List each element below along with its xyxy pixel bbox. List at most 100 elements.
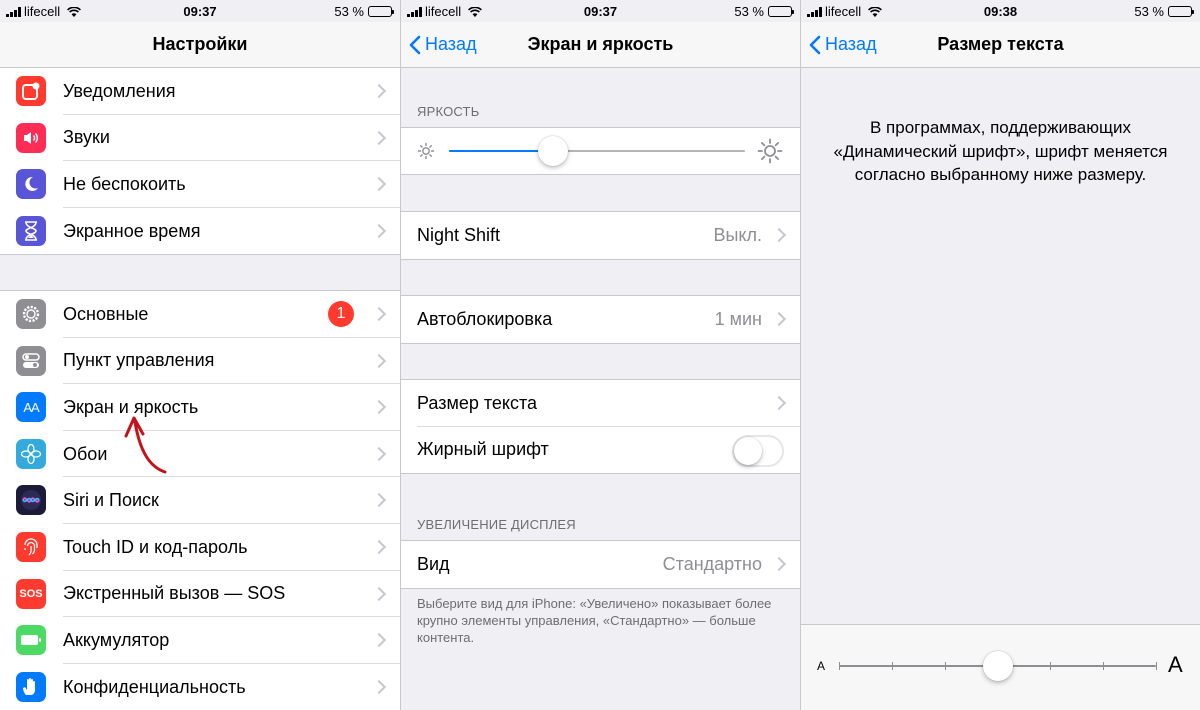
settings-item-label: Экстренный вызов — SOS	[63, 583, 286, 604]
settings-item-privacy[interactable]: Конфиденциальность	[0, 664, 400, 710]
chevron-right-icon	[774, 227, 784, 243]
view-row[interactable]: Вид Стандартно	[401, 541, 800, 588]
display-icon: AA	[16, 392, 46, 423]
battery-status: 53 %	[1134, 4, 1194, 19]
text-size-screen: lifecell 09:38 53 % Назад Размер текста …	[800, 0, 1200, 710]
chevron-right-icon	[774, 395, 784, 411]
gear-icon	[16, 299, 46, 329]
display-zoom-footer: Выберите вид для iPhone: «Увеличено» пок…	[417, 596, 772, 645]
settings-item-label: Основные	[63, 303, 149, 324]
settings-item-label: Экран и яркость	[63, 396, 199, 417]
settings-item-notifications[interactable]: Уведомления	[0, 68, 400, 115]
autolock-value: 1 мин	[714, 308, 762, 329]
sun-small-icon	[417, 142, 435, 160]
bold-text-row: Жирный шрифт	[401, 427, 800, 474]
text-size-tick	[1050, 662, 1051, 670]
settings-item-label: Аккумулятор	[63, 629, 170, 650]
chevron-right-icon	[374, 632, 384, 648]
settings-item-label: Touch ID и код-пароль	[63, 536, 248, 557]
settings-item-label: Экранное время	[63, 220, 201, 241]
siri-icon	[16, 485, 46, 516]
text-size-tick	[839, 662, 840, 670]
moon-icon	[16, 169, 46, 200]
night-shift-row[interactable]: Night Shift Выкл.	[401, 212, 800, 259]
hand-icon	[16, 671, 46, 702]
view-label: Вид	[417, 553, 450, 574]
settings-item-wallpaper[interactable]: Обои	[0, 431, 400, 478]
bold-text-toggle[interactable]	[732, 434, 784, 467]
chevron-right-icon	[374, 446, 384, 462]
text-size-tick	[945, 662, 946, 670]
settings-item-battery[interactable]: Аккумулятор	[0, 617, 400, 664]
page-title: Настройки	[152, 34, 248, 54]
nav-bar: Назад Размер текста	[801, 22, 1200, 68]
autolock-label: Автоблокировка	[417, 308, 553, 329]
settings-item-do-not-disturb[interactable]: Не беспокоить	[0, 161, 400, 208]
battery-status: 53 %	[334, 4, 394, 19]
chevron-right-icon	[374, 83, 384, 99]
chevron-right-icon	[374, 130, 384, 146]
settings-item-label: Конфиденциальность	[63, 676, 246, 697]
settings-item-label: Обои	[63, 443, 108, 464]
page-title: Экран и яркость	[527, 34, 674, 54]
settings-screen: lifecell 09:37 53 % Настройки Уведомлени…	[0, 0, 400, 710]
text-size-row[interactable]: Размер текста	[401, 380, 800, 427]
battery-percent: 53 %	[1134, 4, 1164, 19]
bold-text-label: Жирный шрифт	[417, 439, 549, 460]
large-a-label: A	[1168, 652, 1183, 677]
notifications-icon	[16, 76, 46, 106]
notification-badge: 1	[328, 301, 354, 327]
autolock-group: Автоблокировка 1 мин	[401, 295, 800, 344]
settings-item-label: Звуки	[63, 127, 110, 148]
chevron-right-icon	[374, 679, 384, 695]
sounds-icon	[16, 122, 46, 153]
settings-item-touch-id[interactable]: Touch ID и код-пароль	[0, 524, 400, 571]
settings-item-sounds[interactable]: Звуки	[0, 115, 400, 162]
battery-icon	[1168, 6, 1194, 17]
settings-item-screen-time[interactable]: Экранное время	[0, 208, 400, 255]
status-bar: lifecell 09:37 53 %	[401, 0, 800, 22]
chevron-right-icon	[374, 223, 384, 239]
chevron-right-icon	[374, 492, 384, 508]
settings-group-1: Уведомления Звуки Не беспокоить Экранное…	[0, 67, 400, 256]
page-title: Размер текста	[937, 34, 1064, 54]
night-shift-label: Night Shift	[417, 224, 501, 245]
fingerprint-icon	[16, 531, 46, 562]
chevron-right-icon	[774, 556, 784, 572]
settings-item-siri-search[interactable]: Siri и Поиск	[0, 477, 400, 524]
chevron-right-icon	[774, 311, 784, 327]
status-bar: lifecell 09:38 53 %	[801, 0, 1200, 22]
settings-item-emergency-sos[interactable]: SOS Экстренный вызов — SOS	[0, 571, 400, 618]
settings-item-label: Не беспокоить	[63, 173, 186, 194]
text-size-tick	[1103, 662, 1104, 670]
text-size-description: В программах, поддерживающих «Динамическ…	[833, 118, 1168, 184]
settings-item-control-center[interactable]: Пункт управления	[0, 338, 400, 385]
toggle-knob	[734, 436, 762, 465]
wallpaper-icon	[16, 438, 46, 469]
settings-item-label: Пункт управления	[63, 350, 215, 371]
battery-status: 53 %	[734, 4, 794, 19]
small-a-label: A	[817, 659, 826, 673]
text-size-tick	[1156, 662, 1157, 670]
night-shift-group: Night Shift Выкл.	[401, 211, 800, 260]
settings-item-display-brightness[interactable]: AA Экран и яркость	[0, 384, 400, 431]
hourglass-icon	[16, 215, 46, 246]
chevron-right-icon	[374, 306, 384, 322]
status-bar: lifecell 09:37 53 %	[0, 0, 400, 22]
display-brightness-screen: lifecell 09:37 53 % Назад Экран и яркост…	[400, 0, 800, 710]
text-size-slider-thumb[interactable]	[982, 651, 1013, 681]
display-zoom-group: Вид Стандартно	[401, 540, 800, 589]
toggles-icon	[16, 345, 46, 376]
settings-item-general[interactable]: Основные 1	[0, 291, 400, 338]
autolock-row[interactable]: Автоблокировка 1 мин	[401, 296, 800, 343]
text-size-label: Размер текста	[417, 392, 538, 413]
night-shift-value: Выкл.	[713, 224, 762, 245]
sun-large-icon	[757, 138, 783, 164]
chevron-right-icon	[374, 176, 384, 192]
battery-percent: 53 %	[334, 4, 364, 19]
chevron-right-icon	[374, 586, 384, 602]
chevron-right-icon	[374, 399, 384, 415]
brightness-slider-thumb[interactable]	[537, 136, 568, 166]
text-group: Размер текста Жирный шрифт	[401, 379, 800, 475]
view-value: Стандартно	[662, 553, 762, 574]
